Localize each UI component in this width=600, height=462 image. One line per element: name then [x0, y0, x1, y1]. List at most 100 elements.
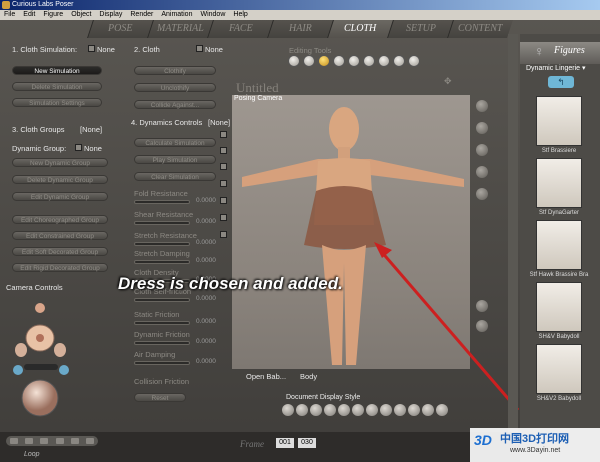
play-icon[interactable] [55, 438, 64, 444]
silhouette-style-icon[interactable] [282, 404, 294, 416]
new-simulation-button[interactable]: New Simulation [12, 66, 102, 75]
calculate-simulation-button[interactable]: Calculate Simulation [134, 138, 216, 147]
color-tool-icon[interactable] [393, 55, 405, 67]
rotate-tool-icon[interactable] [288, 55, 300, 67]
edit-choreographed-group-button[interactable]: Edit Choreographed Group [12, 215, 108, 224]
last-frame-icon[interactable] [86, 438, 95, 444]
simulation-settings-button[interactable]: Simulation Settings [12, 98, 102, 107]
back-folder-button[interactable]: ↰ [548, 76, 574, 88]
delete-dynamic-group-button[interactable]: Delete Dynamic Group [12, 175, 108, 184]
cartoon-style-icon[interactable] [380, 404, 392, 416]
menu-render[interactable]: Render [126, 10, 157, 20]
display-button[interactable] [476, 100, 488, 112]
scale-tool-icon[interactable] [348, 55, 360, 67]
delete-simulation-button[interactable]: Delete Simulation [12, 82, 102, 91]
clothify-button[interactable]: Clothify [134, 66, 216, 75]
menu-animation[interactable]: Animation [157, 10, 196, 20]
twist-tool-icon[interactable] [303, 55, 315, 67]
texture-shaded-style-icon[interactable] [436, 404, 448, 416]
actor-selector[interactable]: Body [300, 372, 317, 381]
air-damping-slider[interactable] [134, 361, 190, 365]
current-frame-field[interactable]: 001 [276, 438, 294, 448]
trackball-icon[interactable] [21, 379, 59, 417]
camera-controls-widget[interactable] [10, 300, 80, 422]
first-frame-icon[interactable] [9, 438, 18, 444]
edit-constrained-group-button[interactable]: Edit Constrained Group [12, 231, 108, 240]
clear-simulation-button[interactable]: Clear Simulation [134, 172, 216, 181]
face-camera-icon[interactable] [35, 303, 45, 313]
new-dynamic-group-button[interactable]: New Dynamic Group [12, 158, 108, 167]
thumbnail-item[interactable] [536, 282, 582, 332]
reset-button[interactable]: Reset [134, 393, 186, 402]
stop-icon[interactable] [40, 438, 49, 444]
smooth-lined-style-icon[interactable] [422, 404, 434, 416]
menu-help[interactable]: Help [229, 10, 251, 20]
translate-in-out-tool-icon[interactable] [333, 55, 345, 67]
tab-cloth[interactable]: CLOTH [327, 20, 393, 38]
shear-resistance-slider[interactable] [134, 221, 190, 225]
figure-selector[interactable]: Open Bab... [246, 372, 286, 381]
translate-tool-icon[interactable] [318, 55, 330, 67]
smooth-shaded-style-icon[interactable] [408, 404, 420, 416]
total-frames-field[interactable]: 030 [298, 438, 316, 448]
tab-hair[interactable]: HAIR [267, 20, 333, 38]
collision-friction-checkbox[interactable]: Collision Friction [134, 377, 189, 386]
dynamics-checkbox[interactable] [220, 147, 227, 154]
outline-style-icon[interactable] [296, 404, 308, 416]
unclothify-button[interactable]: Unclothify [134, 83, 216, 92]
flat-shaded-style-icon[interactable] [352, 404, 364, 416]
menu-window[interactable]: Window [196, 10, 229, 20]
static-friction-slider[interactable] [134, 321, 190, 325]
magnet-tool-icon[interactable] [408, 55, 420, 67]
edit-soft-decorated-group-button[interactable]: Edit Soft Decorated Group [12, 247, 108, 256]
stretch-resistance-slider[interactable] [134, 242, 190, 246]
edit-dynamic-group-button[interactable]: Edit Dynamic Group [12, 192, 108, 201]
menu-edit[interactable]: Edit [19, 10, 39, 20]
lit-wireframe-style-icon[interactable] [338, 404, 350, 416]
tab-pose[interactable]: POSE [87, 20, 153, 38]
tab-face[interactable]: FACE [207, 20, 273, 38]
cloth-self-friction-slider[interactable] [134, 298, 190, 302]
display-button[interactable] [476, 188, 488, 200]
loop-toggle[interactable]: Loop [24, 451, 40, 458]
move-xy-icon[interactable] [59, 365, 69, 375]
move-icon[interactable]: ✥ [444, 76, 452, 87]
stretch-damping-slider[interactable] [134, 260, 190, 264]
tab-setup[interactable]: SETUP [387, 20, 453, 38]
tab-material[interactable]: MATERIAL [147, 20, 213, 38]
right-hand-camera-icon[interactable] [54, 343, 66, 357]
taper-tool-icon[interactable] [363, 55, 375, 67]
menu-object[interactable]: Object [67, 10, 95, 20]
play-simulation-button[interactable]: Play Simulation [134, 155, 216, 164]
left-hand-camera-icon[interactable] [15, 343, 27, 357]
display-button[interactable] [476, 122, 488, 134]
thumbnail-item[interactable] [536, 220, 582, 270]
move-xz-icon[interactable] [13, 365, 23, 375]
dynamics-checkbox[interactable] [220, 163, 227, 170]
chain-break-tool-icon[interactable] [378, 55, 390, 67]
figures-scrollbar[interactable] [508, 34, 518, 462]
menu-figure[interactable]: Figure [39, 10, 67, 20]
display-button[interactable] [476, 166, 488, 178]
dynamics-checkbox[interactable] [220, 131, 227, 138]
menu-file[interactable]: File [0, 10, 19, 20]
thumbnail-item[interactable] [536, 158, 582, 208]
dynamics-checkbox[interactable] [220, 231, 227, 238]
edit-rigid-decorated-group-button[interactable]: Edit Rigid Decorated Group [12, 263, 108, 272]
prev-keyframe-icon[interactable] [24, 438, 33, 444]
dynamics-checkbox[interactable] [220, 197, 227, 204]
dynamic-friction-slider[interactable] [134, 341, 190, 345]
dynamics-checkbox[interactable] [220, 180, 227, 187]
flat-lined-style-icon[interactable] [366, 404, 378, 416]
cartoon-line-style-icon[interactable] [394, 404, 406, 416]
next-keyframe-icon[interactable] [70, 438, 79, 444]
menu-display[interactable]: Display [95, 10, 126, 20]
wireframe-style-icon[interactable] [310, 404, 322, 416]
dynamics-checkbox[interactable] [220, 214, 227, 221]
camera-rotate-bar[interactable] [24, 364, 58, 370]
category-dropdown[interactable]: Dynamic Lingerie ▾ [526, 64, 586, 72]
tab-content[interactable]: CONTENT [447, 20, 513, 38]
thumbnail-item[interactable] [536, 344, 582, 394]
cloth-simulation-dropdown[interactable] [88, 45, 95, 52]
fold-resistance-slider[interactable] [134, 200, 190, 204]
